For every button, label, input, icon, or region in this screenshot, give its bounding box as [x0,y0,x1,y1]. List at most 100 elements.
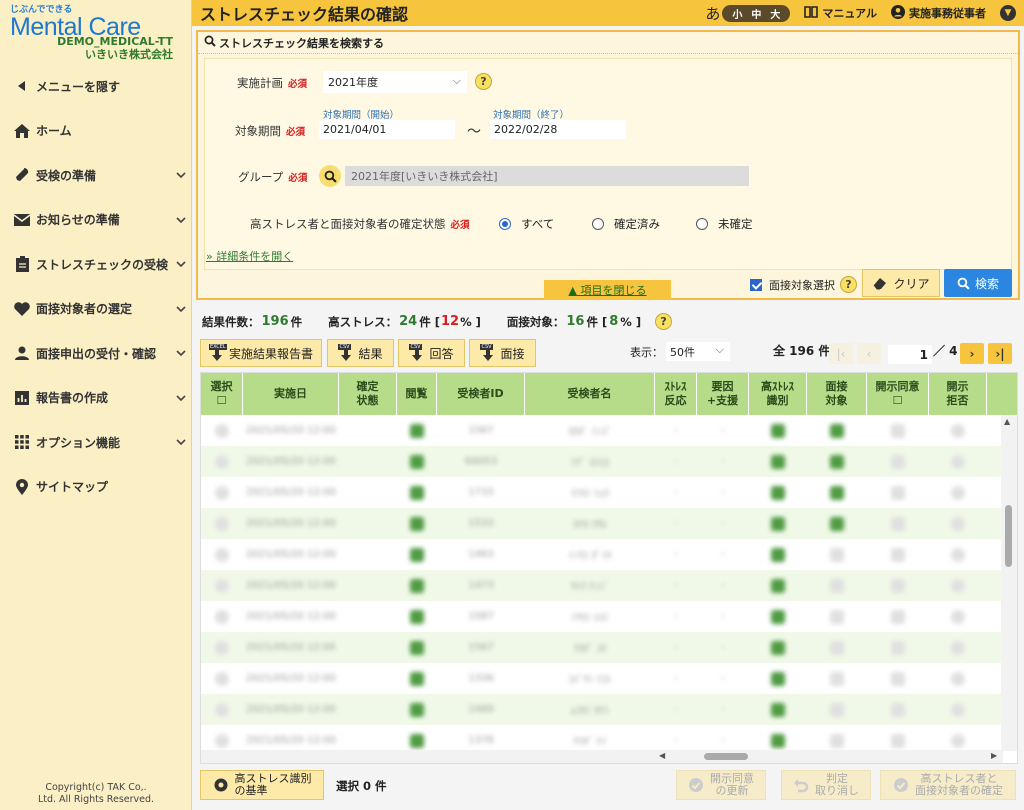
consent-update-button[interactable]: 開示同意 の更新 [676,770,766,800]
table-cell[interactable] [929,415,987,446]
table-row[interactable]: 2021/05/20 12:00 1489 ﾑﾗｶﾐ ﾀｹｼ - - [201,694,1003,725]
scroll-left-icon[interactable]: ◀ [659,751,665,760]
table-cell[interactable] [397,601,437,632]
next-page-button[interactable]: › [960,343,984,364]
clear-button[interactable]: クリア [862,269,940,297]
sidebar-item-1[interactable]: ホーム [0,109,192,154]
report-download-button[interactable]: EXCEL 実施結果報告書 [200,339,322,367]
per-page-select[interactable]: 50件 ⌵ [666,342,730,361]
font-small-button[interactable]: 小 [732,6,742,21]
vertical-scrollbar[interactable]: ▲ [1001,415,1017,751]
group-search-button[interactable] [319,165,341,187]
table-cell[interactable] [867,663,929,694]
table-cell[interactable] [397,415,437,446]
end-date-input[interactable]: 2022/02/28 [490,120,626,139]
last-page-button[interactable]: ›| [988,343,1012,364]
table-row[interactable]: 2021/05/20 12:00 1587 ﾐﾔﾓﾄ ﾋﾛﾐ - - [201,601,1003,632]
help-icon[interactable]: ? [655,313,673,330]
start-date-input[interactable]: 2021/04/01 [319,120,455,139]
sidebar-item-3[interactable]: お知らせの準備 [0,198,192,243]
table-cell[interactable] [867,415,929,446]
table-cell[interactable] [201,663,243,694]
table-cell[interactable] [201,539,243,570]
horizontal-scrollbar[interactable]: ◀ ▶ [201,750,1003,763]
table-cell[interactable] [397,539,437,570]
vertical-scroll-thumb[interactable] [1005,505,1012,567]
column-header-sublabel[interactable]: ☐ [217,394,227,408]
table-row[interactable]: 2021/05/20 12:00 1567 ｵｶﾀﾞ ｼﾝｺﾞ - - [201,415,1003,446]
revoke-judgement-button[interactable]: 判定 取り消し [781,770,871,800]
header-dropdown-icon[interactable]: ▼ [1000,5,1016,21]
sidebar-item-0[interactable]: メニューを隠す [0,64,192,109]
table-cell[interactable] [201,415,243,446]
table-row[interactable]: 2021/05/20 12:00 1733 ﾏﾂﾓﾄ ﾘｮｳ - - [201,477,1003,508]
table-cell[interactable] [201,508,243,539]
help-icon[interactable]: ? [840,276,857,293]
first-page-button[interactable]: |‹ [829,343,853,364]
sidebar-item-9[interactable]: サイトマップ [0,465,192,510]
detail-conditions-link[interactable]: » 詳細条件を開く [206,248,293,264]
table-cell[interactable] [929,446,987,477]
table-row[interactable]: 2021/05/20 12:00 1533 ﾀﾅｶ ﾏｻﾙ - - [201,508,1003,539]
status-radio-confirmed[interactable]: 確定済み [592,216,660,232]
table-cell[interactable] [867,508,929,539]
column-header-0[interactable]: 選択 ☐ [201,373,243,415]
table-cell[interactable] [201,601,243,632]
font-large-button[interactable]: 大 [770,6,780,21]
manual-link[interactable]: マニュアル [804,5,877,21]
sidebar-item-2[interactable]: 受検の準備 [0,153,192,198]
table-cell[interactable] [867,539,929,570]
table-cell[interactable] [397,694,437,725]
column-header-10[interactable]: 開示同意 ☐ [867,373,929,415]
table-cell[interactable] [867,694,929,725]
table-cell[interactable] [397,446,437,477]
result-download-button[interactable]: CSV 結果 [327,339,394,367]
table-cell[interactable] [929,477,987,508]
prev-page-button[interactable]: ‹ [857,343,881,364]
table-cell[interactable] [201,632,243,663]
sidebar-item-5[interactable]: 面接対象者の選定 [0,287,192,332]
table-cell[interactable] [397,508,437,539]
collapse-items-button[interactable]: ▲ 項目を閉じる [544,280,671,300]
table-cell[interactable] [867,446,929,477]
plan-select[interactable]: 2021年度 ⌵ [323,71,467,93]
status-radio-all[interactable]: すべて [499,216,554,232]
font-medium-button[interactable]: 中 [751,6,761,21]
table-cell[interactable] [201,694,243,725]
table-cell[interactable] [867,632,929,663]
criteria-button[interactable]: 高ストレス識別 の基準 [200,770,324,800]
table-row[interactable]: 2021/05/20 12:00 1567 ﾅｶﾀﾞ ﾕｷ - - [201,632,1003,663]
sidebar-item-6[interactable]: 面接申出の受付・確認 [0,331,192,376]
table-cell[interactable] [201,570,243,601]
table-cell[interactable] [867,570,929,601]
sidebar-item-8[interactable]: オプション機能 [0,420,192,465]
status-radio-unconfirmed[interactable]: 未確定 [696,216,753,232]
column-header-sublabel[interactable]: ☐ [893,394,903,408]
table-cell[interactable] [867,601,929,632]
sidebar-item-4[interactable]: ストレスチェックの受検 [0,242,192,287]
sidebar-item-7[interactable]: 報告書の作成 [0,376,192,421]
scroll-right-icon[interactable]: ▶ [991,751,997,760]
table-row[interactable]: 2021/05/20 12:00 1463 ｲﾉｳｴ ﾀﾞｲｷ - - [201,539,1003,570]
table-row[interactable]: 2021/05/20 12:00 6A053 ﾂｸﾞ ﾖｼﾋﾛ - - [201,446,1003,477]
table-cell[interactable] [201,446,243,477]
table-cell[interactable] [929,539,987,570]
table-cell[interactable] [929,663,987,694]
table-cell[interactable] [929,570,987,601]
table-cell[interactable] [397,663,437,694]
user-menu[interactable]: 実施事務従事者 [891,4,986,22]
table-cell[interactable] [929,601,987,632]
table-cell[interactable] [397,477,437,508]
interview-select-checkbox[interactable]: 面接対象選択 ? [750,276,857,293]
confirm-high-stress-button[interactable]: 高ストレス者と 面接対象者の確定 [880,770,1016,800]
table-cell[interactable] [929,508,987,539]
horizontal-scroll-thumb[interactable] [704,753,748,760]
interview-download-button[interactable]: CSV 面接 [469,339,536,367]
answer-download-button[interactable]: CSV 回答 [398,339,465,367]
scroll-up-icon[interactable]: ▲ [1004,417,1010,426]
search-button[interactable]: 検索 [944,269,1012,297]
table-cell[interactable] [929,632,987,663]
help-icon[interactable]: ? [475,73,492,90]
table-cell[interactable] [397,570,437,601]
table-row[interactable]: 2021/05/20 12:00 1336 ｺﾊﾞﾔｼ ﾏｺﾄ - - [201,663,1003,694]
